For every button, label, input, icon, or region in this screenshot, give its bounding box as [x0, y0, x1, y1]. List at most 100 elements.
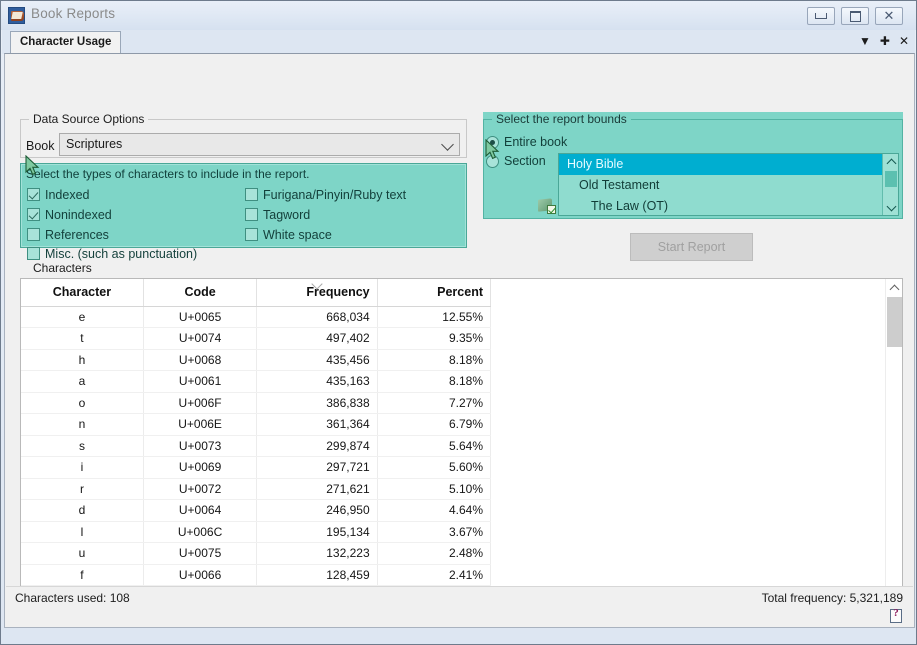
table-row[interactable]: r U+0072 271,621 5.10%: [21, 478, 492, 500]
cell-character: a: [21, 370, 144, 393]
cell-percent: 4.64%: [377, 499, 492, 522]
group-title: Data Source Options: [29, 112, 149, 126]
cell-percent: 8.18%: [377, 349, 492, 371]
table-row[interactable]: d U+0064 246,950 4.64%: [21, 499, 492, 522]
section-list[interactable]: Holy Bible Old Testament The Law (OT): [558, 153, 899, 216]
table-row[interactable]: h U+0068 435,456 8.18%: [21, 349, 492, 371]
table-row[interactable]: s U+0073 299,874 5.64%: [21, 435, 492, 457]
list-item[interactable]: Holy Bible: [559, 154, 898, 175]
cell-code: U+0073: [143, 435, 258, 457]
character-types-panel: Select the types of characters to includ…: [20, 163, 467, 261]
help-icon[interactable]: [890, 607, 902, 623]
column-header-character[interactable]: Character: [21, 279, 144, 307]
cell-frequency: 297,721: [256, 456, 378, 479]
window-title: Book Reports: [31, 6, 116, 21]
checkbox-indicator: [245, 208, 258, 221]
table-row[interactable]: a U+0061 435,163 8.18%: [21, 370, 492, 393]
cell-percent: 8.18%: [377, 370, 492, 393]
checkbox-indicator: [27, 228, 40, 241]
cell-percent: 9.35%: [377, 327, 492, 350]
cell-percent: 2.41%: [377, 564, 492, 586]
cell-character: t: [21, 327, 144, 350]
checkbox-label: Indexed: [45, 187, 90, 202]
book-label: Book: [26, 139, 55, 153]
checkbox-furigana[interactable]: Furigana/Pinyin/Ruby text: [245, 186, 406, 203]
checkbox-label: White space: [263, 227, 332, 242]
table-row[interactable]: n U+006E 361,364 6.79%: [21, 413, 492, 436]
cell-code: U+0065: [143, 306, 258, 328]
cell-percent: 12.55%: [377, 306, 492, 328]
cell-character: l: [21, 521, 144, 543]
scroll-up-icon[interactable]: [886, 279, 902, 296]
checkbox-misc[interactable]: Misc. (such as punctuation): [27, 245, 197, 262]
table-row[interactable]: o U+006F 386,838 7.27%: [21, 392, 492, 414]
table-header-row: Character Code Frequency Percent: [21, 279, 492, 307]
radio-indicator: [486, 135, 499, 149]
chevron-down-icon[interactable]: ▼: [859, 33, 871, 49]
tab-tools: ▼ ✚ ✕: [859, 33, 909, 49]
column-header-frequency[interactable]: Frequency: [256, 279, 378, 307]
characters-table-container: Character Code Frequency Percent e U+0065…: [20, 278, 903, 619]
cell-frequency: 435,456: [256, 349, 378, 371]
table-row[interactable]: t U+0074 497,402 9.35%: [21, 327, 492, 350]
cell-percent: 7.27%: [377, 392, 492, 414]
tab-strip: Character Usage ▼ ✚ ✕: [2, 30, 915, 54]
close-tab-icon[interactable]: ✕: [899, 33, 909, 49]
checkbox-indicator: [245, 228, 258, 241]
checkbox-nonindexed[interactable]: Nonindexed: [27, 206, 112, 223]
column-header-code[interactable]: Code: [143, 279, 258, 307]
close-button[interactable]: ✕: [875, 7, 903, 25]
section-list-scrollbar[interactable]: [882, 154, 898, 215]
client-area: Data Source Options Book Scriptures Sele…: [4, 53, 915, 628]
pin-icon[interactable]: ✚: [880, 33, 890, 49]
cell-frequency: 668,034: [256, 306, 378, 328]
book-select[interactable]: Scriptures: [59, 133, 460, 156]
character-types-caption: Select the types of characters to includ…: [26, 167, 310, 181]
scroll-down-icon[interactable]: [883, 200, 898, 215]
table-row[interactable]: u U+0075 132,223 2.48%: [21, 542, 492, 565]
characters-table-scrollbar[interactable]: [885, 279, 902, 618]
cell-frequency: 386,838: [256, 392, 378, 414]
cell-frequency: 128,459: [256, 564, 378, 586]
start-report-label: Start Report: [657, 240, 726, 254]
start-report-button[interactable]: Start Report: [630, 233, 753, 261]
checkbox-indicator: [27, 208, 40, 221]
cell-frequency: 361,364: [256, 413, 378, 436]
characters-table: Character Code Frequency Percent e U+0065…: [21, 279, 492, 618]
close-icon: ✕: [883, 8, 895, 24]
maximize-button[interactable]: [841, 7, 869, 25]
book-select-value: Scriptures: [66, 137, 123, 151]
cell-character: o: [21, 392, 144, 414]
table-row[interactable]: i U+0069 297,721 5.60%: [21, 456, 492, 479]
column-header-percent[interactable]: Percent: [377, 279, 492, 307]
checkbox-tagword[interactable]: Tagword: [245, 206, 310, 223]
checkbox-references[interactable]: References: [27, 226, 109, 243]
application-window: Book Reports ✕ Character Usage ▼ ✚ ✕ Dat…: [0, 0, 917, 645]
group-title: Select the report bounds: [492, 112, 631, 126]
checkbox-indicator: [27, 188, 40, 201]
cell-code: U+006E: [143, 413, 258, 436]
table-row[interactable]: f U+0066 128,459 2.41%: [21, 564, 492, 586]
checkbox-white-space[interactable]: White space: [245, 226, 332, 243]
scrollbar-thumb[interactable]: [885, 171, 897, 187]
tab-label: Character Usage: [20, 36, 112, 48]
checkbox-label: Furigana/Pinyin/Ruby text: [263, 187, 407, 202]
radio-section[interactable]: Section: [486, 153, 546, 169]
maximize-icon: [842, 8, 868, 24]
tab-character-usage[interactable]: Character Usage: [10, 31, 122, 54]
table-row[interactable]: l U+006C 195,134 3.67%: [21, 521, 492, 543]
scroll-up-icon[interactable]: [883, 154, 898, 169]
checkbox-label: Tagword: [263, 207, 311, 222]
minimize-button[interactable]: [807, 7, 835, 25]
table-row[interactable]: e U+0065 668,034 12.55%: [21, 306, 492, 328]
radio-entire-book[interactable]: Entire book: [486, 134, 567, 150]
status-bar: Characters used: 108 Total frequency: 5,…: [6, 586, 913, 626]
cell-frequency: 132,223: [256, 542, 378, 565]
cell-code: U+0064: [143, 499, 258, 522]
cell-percent: 5.60%: [377, 456, 492, 479]
list-item[interactable]: Old Testament: [559, 175, 898, 196]
scrollbar-thumb[interactable]: [887, 297, 902, 347]
list-item[interactable]: The Law (OT): [559, 196, 898, 215]
checkbox-label: Misc. (such as punctuation): [45, 246, 198, 261]
checkbox-indexed[interactable]: Indexed: [27, 186, 89, 203]
